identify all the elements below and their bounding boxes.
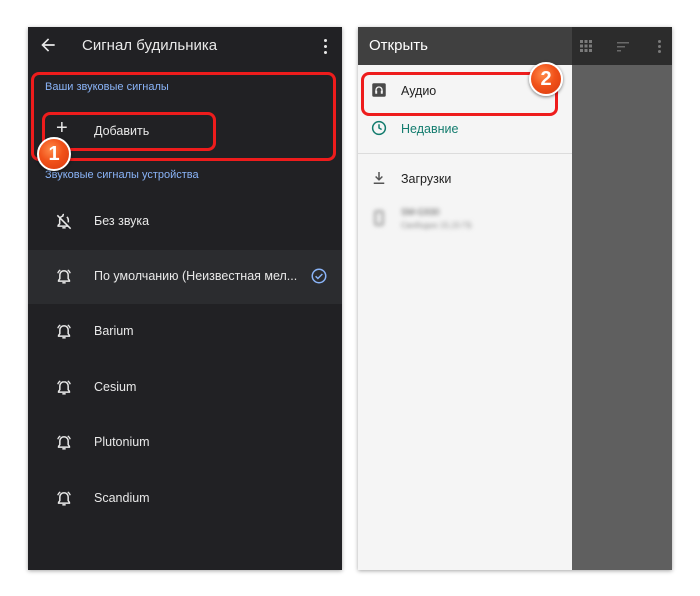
alarm-bell-icon xyxy=(57,269,71,284)
step-badge-2: 2 xyxy=(529,62,563,96)
list-item[interactable]: Без звука xyxy=(28,195,342,249)
arrow-back-icon[interactable] xyxy=(38,35,58,55)
alarm-bell-icon xyxy=(57,435,71,450)
sort-icon[interactable] xyxy=(617,41,629,53)
list-item-label: Scandium xyxy=(94,491,150,505)
drawer-item-label: Загрузки xyxy=(401,172,452,186)
list-item-label: Plutonium xyxy=(94,435,150,449)
device-sounds-header: Звуковые сигналы устройства xyxy=(45,169,199,181)
divider xyxy=(358,153,572,154)
bell-off-icon xyxy=(56,213,72,230)
list-item-label: Cesium xyxy=(94,380,137,394)
alarm-bell-icon xyxy=(57,491,71,506)
check-circle-icon xyxy=(311,268,327,284)
phone-icon xyxy=(374,210,384,226)
step-badge-1: 1 xyxy=(37,137,71,171)
app-bar: Сигнал будильника xyxy=(28,27,342,65)
more-vert-icon[interactable] xyxy=(318,36,332,56)
navigation-drawer: Аудио Недавние Загрузки SM-G930 Свободно… xyxy=(358,65,572,570)
alarm-bell-icon xyxy=(57,324,71,339)
alarm-bell-icon xyxy=(57,380,71,395)
list-item-label: По умолчанию (Неизвестная мел... xyxy=(94,269,298,283)
more-vert-icon[interactable] xyxy=(652,37,666,57)
drawer-item-device[interactable]: SM-G930 Свободно 15,15 ГБ xyxy=(358,199,572,241)
drawer-title: Открыть xyxy=(369,37,428,54)
list-item[interactable]: Scandium xyxy=(28,472,342,526)
device-free-space: Свободно 15,15 ГБ xyxy=(401,221,472,230)
device-name: SM-G930 xyxy=(401,207,440,217)
list-item[interactable]: Cesium xyxy=(28,361,342,415)
list-item-label: Без звука xyxy=(94,214,150,228)
drawer-item-downloads[interactable]: Загрузки xyxy=(358,161,572,197)
list-item[interactable]: Plutonium xyxy=(28,416,342,470)
grid-view-icon[interactable] xyxy=(580,40,592,52)
clock-icon xyxy=(371,120,387,136)
list-item[interactable]: Barium xyxy=(28,305,342,359)
list-item-label: Barium xyxy=(94,324,134,338)
list-item-selected[interactable]: По умолчанию (Неизвестная мел... xyxy=(28,250,342,304)
drawer-header: Открыть xyxy=(358,27,572,65)
download-icon xyxy=(373,172,385,184)
drawer-item-recent[interactable]: Недавние xyxy=(358,111,572,147)
page-title: Сигнал будильника xyxy=(82,37,218,54)
drawer-item-label: Недавние xyxy=(401,122,459,136)
